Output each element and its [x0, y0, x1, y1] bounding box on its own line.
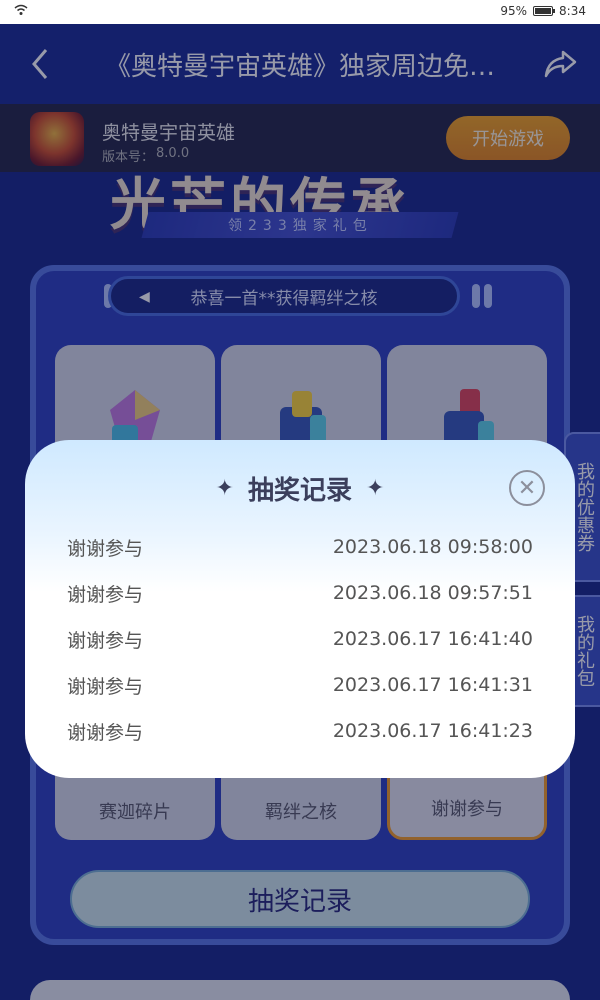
modal-title-text: 抽奖记录 — [247, 476, 352, 506]
list-item: 谢谢参与 2023.06.18 09:58:00 — [67, 524, 533, 570]
record-result: 谢谢参与 — [67, 629, 144, 652]
status-bar: 95% 8:34 — [0, 0, 600, 24]
record-list: 谢谢参与 2023.06.18 09:58:00 谢谢参与 2023.06.18… — [67, 524, 533, 754]
record-result: 谢谢参与 — [67, 583, 144, 606]
record-time: 2023.06.17 16:41:23 — [332, 720, 533, 742]
record-result: 谢谢参与 — [67, 675, 144, 698]
modal-title: ✦ 抽奖记录 ✦ — [25, 470, 575, 507]
sparkle-icon: ✦ — [366, 476, 385, 501]
record-result: 谢谢参与 — [67, 537, 144, 560]
clock: 8:34 — [559, 4, 586, 18]
draw-record-modal: ✦ 抽奖记录 ✦ ✕ 谢谢参与 2023.06.18 09:58:00 谢谢参与… — [25, 440, 575, 778]
record-time: 2023.06.18 09:57:51 — [332, 582, 533, 604]
battery-icon — [533, 6, 556, 16]
record-time: 2023.06.17 16:41:40 — [332, 628, 533, 650]
battery-percent: 95% — [500, 4, 528, 18]
list-item: 谢谢参与 2023.06.18 09:57:51 — [67, 570, 533, 616]
sparkle-icon: ✦ — [215, 476, 234, 501]
list-item: 谢谢参与 2023.06.17 16:41:31 — [67, 662, 533, 708]
list-item: 谢谢参与 2023.06.17 16:41:23 — [67, 708, 533, 754]
record-time: 2023.06.17 16:41:31 — [332, 674, 533, 696]
wifi-icon — [14, 4, 28, 19]
record-time: 2023.06.18 09:58:00 — [332, 536, 533, 558]
list-item: 谢谢参与 2023.06.17 16:41:40 — [67, 616, 533, 662]
record-result: 谢谢参与 — [67, 721, 144, 744]
close-icon[interactable]: ✕ — [509, 470, 545, 506]
